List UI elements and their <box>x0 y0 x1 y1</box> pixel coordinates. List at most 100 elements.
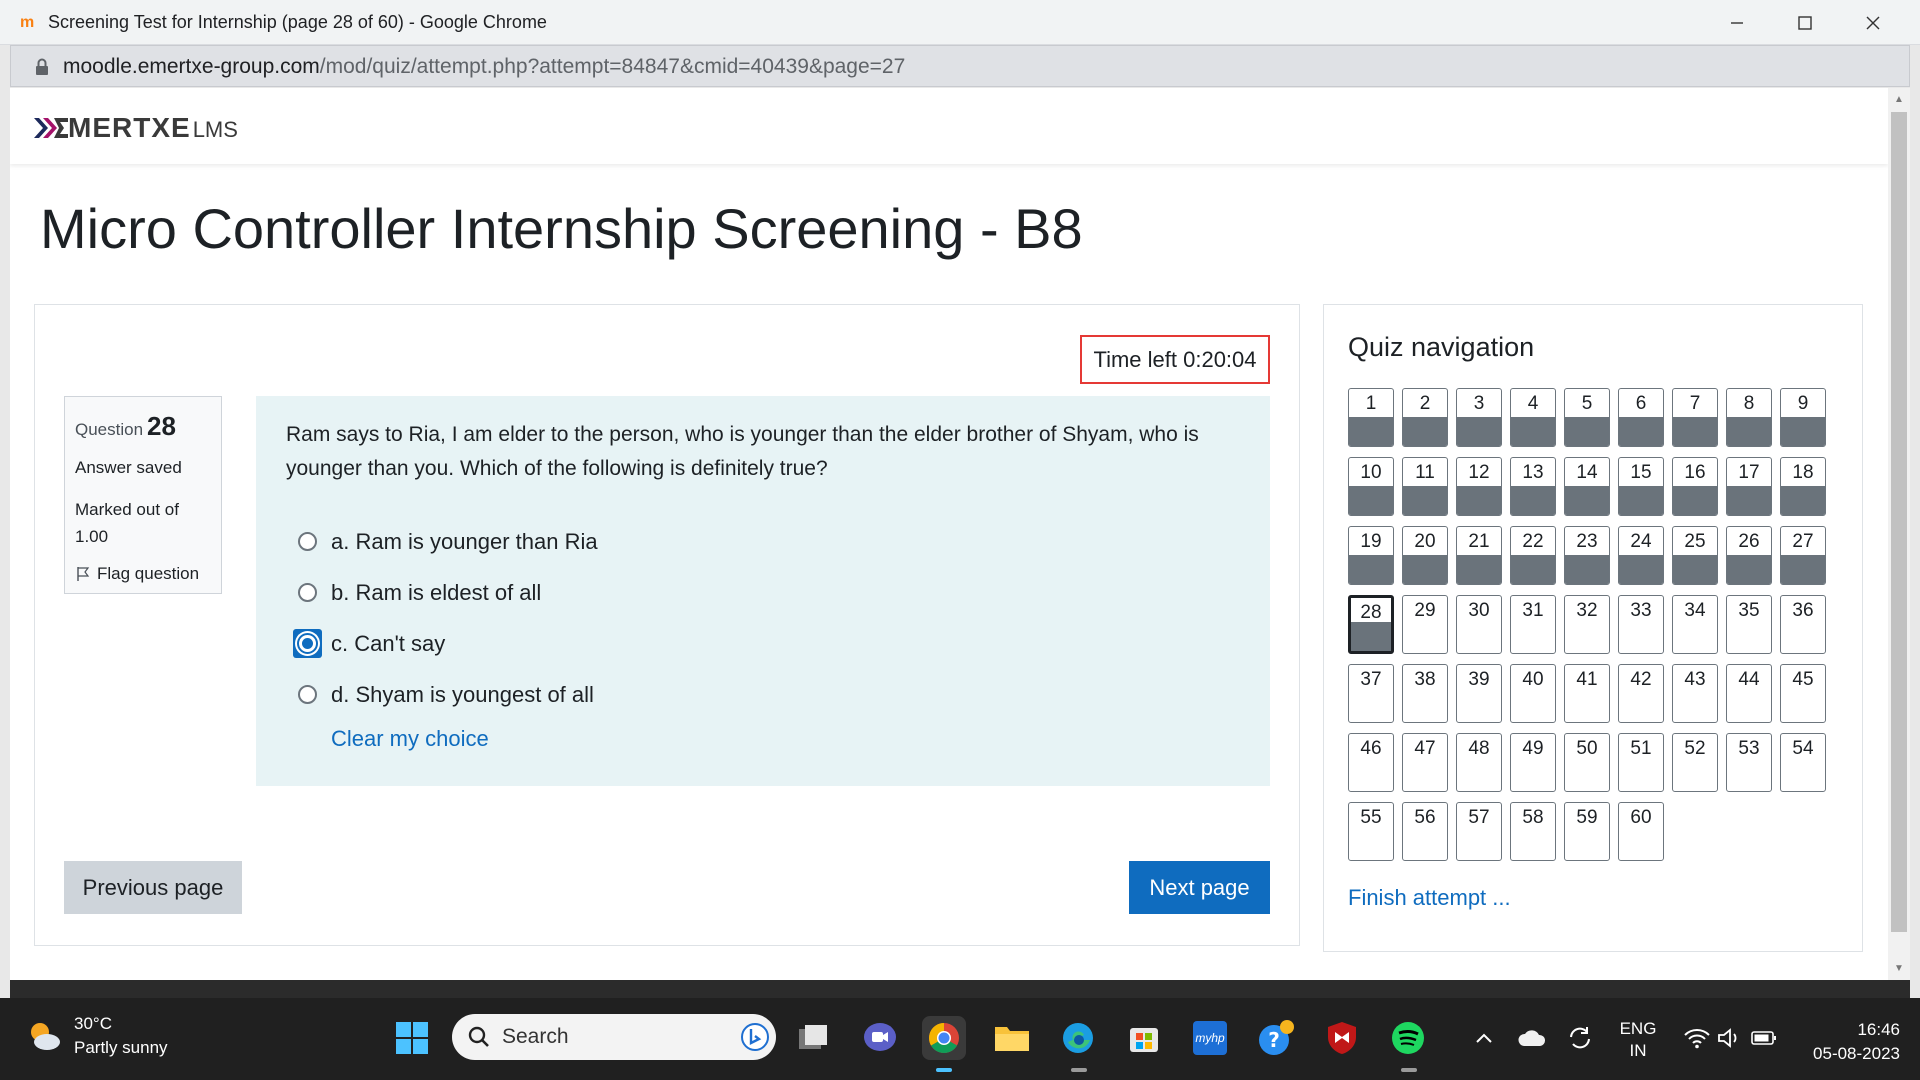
radio-button-d[interactable] <box>298 685 317 704</box>
task-view-button[interactable] <box>792 1016 836 1060</box>
quiz-nav-button[interactable]: 30 <box>1456 595 1502 654</box>
quiz-nav-button[interactable]: 27 <box>1780 526 1826 585</box>
scrollbar-thumb[interactable] <box>1891 112 1907 932</box>
quiz-nav-button-current[interactable]: 28 <box>1348 595 1394 654</box>
quiz-nav-button[interactable]: 12 <box>1456 457 1502 516</box>
clear-choice-link[interactable]: Clear my choice <box>331 726 1240 752</box>
quiz-nav-button[interactable]: 42 <box>1618 664 1664 723</box>
quiz-nav-button[interactable]: 53 <box>1726 733 1772 792</box>
quiz-nav-button[interactable]: 13 <box>1510 457 1556 516</box>
quiz-nav-button[interactable]: 24 <box>1618 526 1664 585</box>
quiz-nav-button[interactable]: 43 <box>1672 664 1718 723</box>
next-page-button[interactable]: Next page <box>1129 861 1270 914</box>
quiz-nav-button[interactable]: 11 <box>1402 457 1448 516</box>
file-explorer-button[interactable] <box>990 1016 1034 1060</box>
quiz-nav-button[interactable]: 15 <box>1618 457 1664 516</box>
quiz-nav-button[interactable]: 50 <box>1564 733 1610 792</box>
radio-button-a[interactable] <box>298 532 317 551</box>
quiz-nav-button[interactable]: 57 <box>1456 802 1502 861</box>
quiz-nav-button[interactable]: 20 <box>1402 526 1448 585</box>
get-help-button[interactable]: ? <box>1254 1016 1298 1060</box>
quiz-nav-button[interactable]: 37 <box>1348 664 1394 723</box>
quiz-nav-button[interactable]: 22 <box>1510 526 1556 585</box>
quiz-nav-button[interactable]: 31 <box>1510 595 1556 654</box>
radio-button-b[interactable] <box>298 583 317 602</box>
quiz-nav-button[interactable]: 36 <box>1780 595 1826 654</box>
page-scrollbar[interactable]: ▲ ▼ <box>1888 88 1910 980</box>
quiz-nav-button[interactable]: 54 <box>1780 733 1826 792</box>
quiz-nav-button[interactable]: 40 <box>1510 664 1556 723</box>
quiz-nav-button[interactable]: 39 <box>1456 664 1502 723</box>
url-text[interactable]: moodle.emertxe-group.com/mod/quiz/attemp… <box>63 55 905 79</box>
answer-option-b[interactable]: b. Ram is eldest of all <box>286 567 1240 618</box>
radio-button-c-selected[interactable] <box>293 629 322 658</box>
quiz-nav-button[interactable]: 3 <box>1456 388 1502 447</box>
quiz-nav-button[interactable]: 32 <box>1564 595 1610 654</box>
quiz-nav-button[interactable]: 45 <box>1780 664 1826 723</box>
quiz-nav-button[interactable]: 29 <box>1402 595 1448 654</box>
quiz-nav-button[interactable]: 18 <box>1780 457 1826 516</box>
start-button[interactable] <box>390 1016 434 1060</box>
system-clock[interactable]: 16:46 05-08-2023 <box>1800 1018 1900 1066</box>
mcafee-button[interactable] <box>1320 1016 1364 1060</box>
answer-option-c[interactable]: c. Can't say <box>286 618 1240 669</box>
site-logo[interactable]: MERTXE LMS <box>34 112 238 144</box>
scroll-down-icon[interactable]: ▼ <box>1894 963 1904 974</box>
edge-button[interactable] <box>1056 1016 1100 1060</box>
sync-status-button[interactable] <box>1558 1016 1602 1060</box>
spotify-button[interactable] <box>1386 1016 1430 1060</box>
quiz-nav-button[interactable]: 44 <box>1726 664 1772 723</box>
quiz-nav-button[interactable]: 52 <box>1672 733 1718 792</box>
quiz-nav-button[interactable]: 14 <box>1564 457 1610 516</box>
maximize-button[interactable] <box>1771 0 1839 45</box>
scroll-up-icon[interactable]: ▲ <box>1894 94 1904 105</box>
taskbar-search[interactable]: Search <box>452 1014 776 1060</box>
quiz-nav-button[interactable]: 19 <box>1348 526 1394 585</box>
quiz-nav-button[interactable]: 10 <box>1348 457 1394 516</box>
input-language-indicator[interactable]: ENG IN <box>1614 1018 1662 1062</box>
answer-option-a[interactable]: a. Ram is younger than Ria <box>286 516 1240 567</box>
minimize-button[interactable] <box>1703 0 1771 45</box>
quiz-nav-button[interactable]: 4 <box>1510 388 1556 447</box>
answer-option-d[interactable]: d. Shyam is youngest of all <box>286 669 1240 720</box>
quiz-nav-button[interactable]: 47 <box>1402 733 1448 792</box>
previous-page-button[interactable]: Previous page <box>64 861 242 914</box>
quiz-nav-button[interactable]: 38 <box>1402 664 1448 723</box>
quiz-nav-button[interactable]: 34 <box>1672 595 1718 654</box>
quiz-nav-button[interactable]: 48 <box>1456 733 1502 792</box>
quiz-nav-button[interactable]: 23 <box>1564 526 1610 585</box>
quick-settings-button[interactable] <box>1674 1016 1786 1060</box>
quiz-nav-button[interactable]: 35 <box>1726 595 1772 654</box>
quiz-nav-button[interactable]: 51 <box>1618 733 1664 792</box>
show-hidden-icons-button[interactable] <box>1462 1016 1506 1060</box>
quiz-nav-button[interactable]: 1 <box>1348 388 1394 447</box>
quiz-nav-button[interactable]: 7 <box>1672 388 1718 447</box>
microsoft-store-button[interactable] <box>1122 1016 1166 1060</box>
quiz-nav-button[interactable]: 2 <box>1402 388 1448 447</box>
teams-chat-button[interactable] <box>858 1016 902 1060</box>
quiz-nav-button[interactable]: 41 <box>1564 664 1610 723</box>
address-bar[interactable]: moodle.emertxe-group.com/mod/quiz/attemp… <box>10 45 1910 87</box>
quiz-nav-button[interactable]: 6 <box>1618 388 1664 447</box>
quiz-nav-button[interactable]: 21 <box>1456 526 1502 585</box>
chrome-taskbar-button[interactable] <box>922 1016 966 1060</box>
onedrive-button[interactable] <box>1510 1016 1554 1060</box>
quiz-nav-button[interactable]: 58 <box>1510 802 1556 861</box>
quiz-nav-button[interactable]: 25 <box>1672 526 1718 585</box>
myhp-button[interactable]: myhp <box>1188 1016 1232 1060</box>
quiz-nav-button[interactable]: 55 <box>1348 802 1394 861</box>
quiz-nav-button[interactable]: 59 <box>1564 802 1610 861</box>
quiz-nav-button[interactable]: 9 <box>1780 388 1826 447</box>
close-button[interactable] <box>1839 0 1907 45</box>
finish-attempt-link[interactable]: Finish attempt ... <box>1348 885 1511 911</box>
weather-widget[interactable]: 30°C Partly sunny <box>24 1012 168 1060</box>
quiz-nav-button[interactable]: 49 <box>1510 733 1556 792</box>
quiz-nav-button[interactable]: 16 <box>1672 457 1718 516</box>
quiz-nav-button[interactable]: 17 <box>1726 457 1772 516</box>
quiz-nav-button[interactable]: 60 <box>1618 802 1664 861</box>
quiz-nav-button[interactable]: 26 <box>1726 526 1772 585</box>
quiz-nav-button[interactable]: 5 <box>1564 388 1610 447</box>
flag-question-link[interactable]: Flag question <box>75 564 211 584</box>
quiz-nav-button[interactable]: 46 <box>1348 733 1394 792</box>
quiz-nav-button[interactable]: 56 <box>1402 802 1448 861</box>
